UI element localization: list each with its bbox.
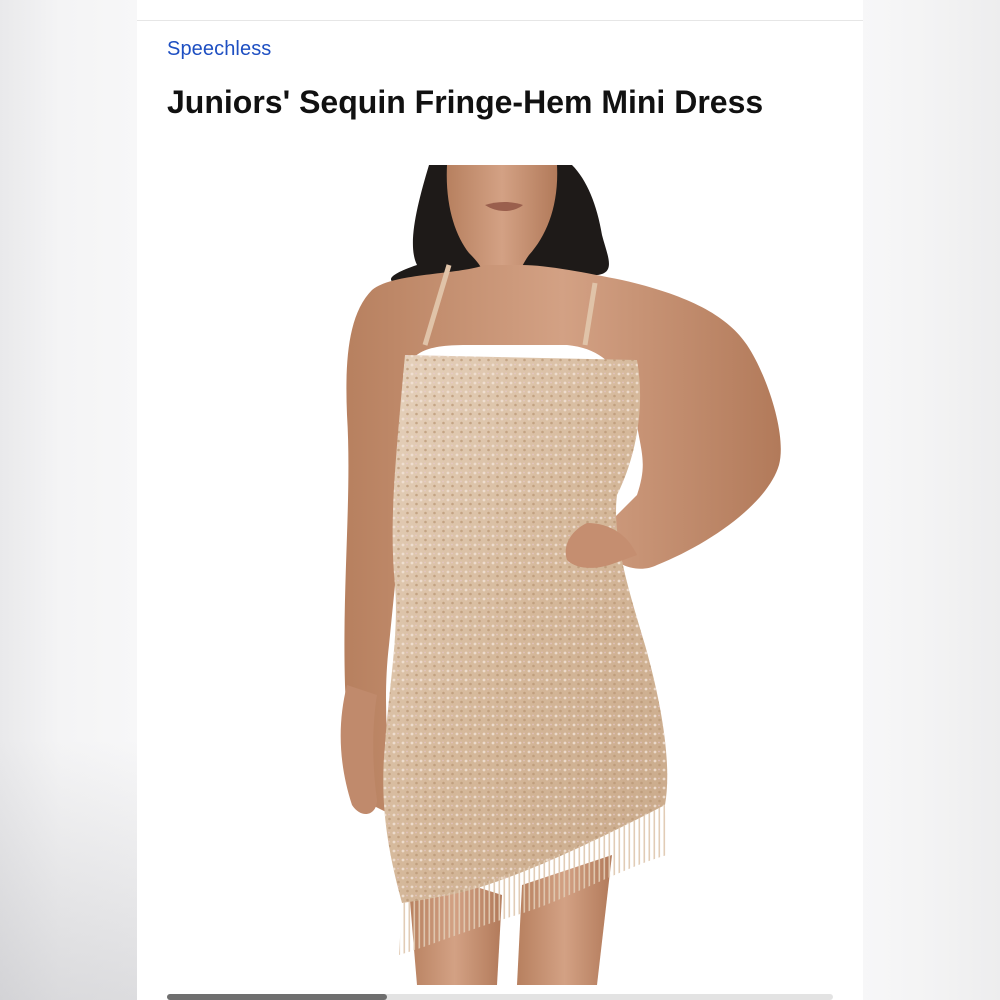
product-title: Juniors' Sequin Fringe-Hem Mini Dress xyxy=(167,84,764,120)
product-image[interactable] xyxy=(167,165,833,985)
brand-link[interactable]: Speechless xyxy=(167,38,271,61)
gallery-scrollbar-thumb[interactable] xyxy=(167,994,387,1000)
model-figure xyxy=(340,165,781,985)
product-panel: Speechless Juniors' Sequin Fringe-Hem Mi… xyxy=(137,0,863,1000)
top-divider xyxy=(137,20,863,21)
gallery-scrollbar[interactable] xyxy=(167,994,833,1000)
backdrop-shade xyxy=(0,740,137,1000)
